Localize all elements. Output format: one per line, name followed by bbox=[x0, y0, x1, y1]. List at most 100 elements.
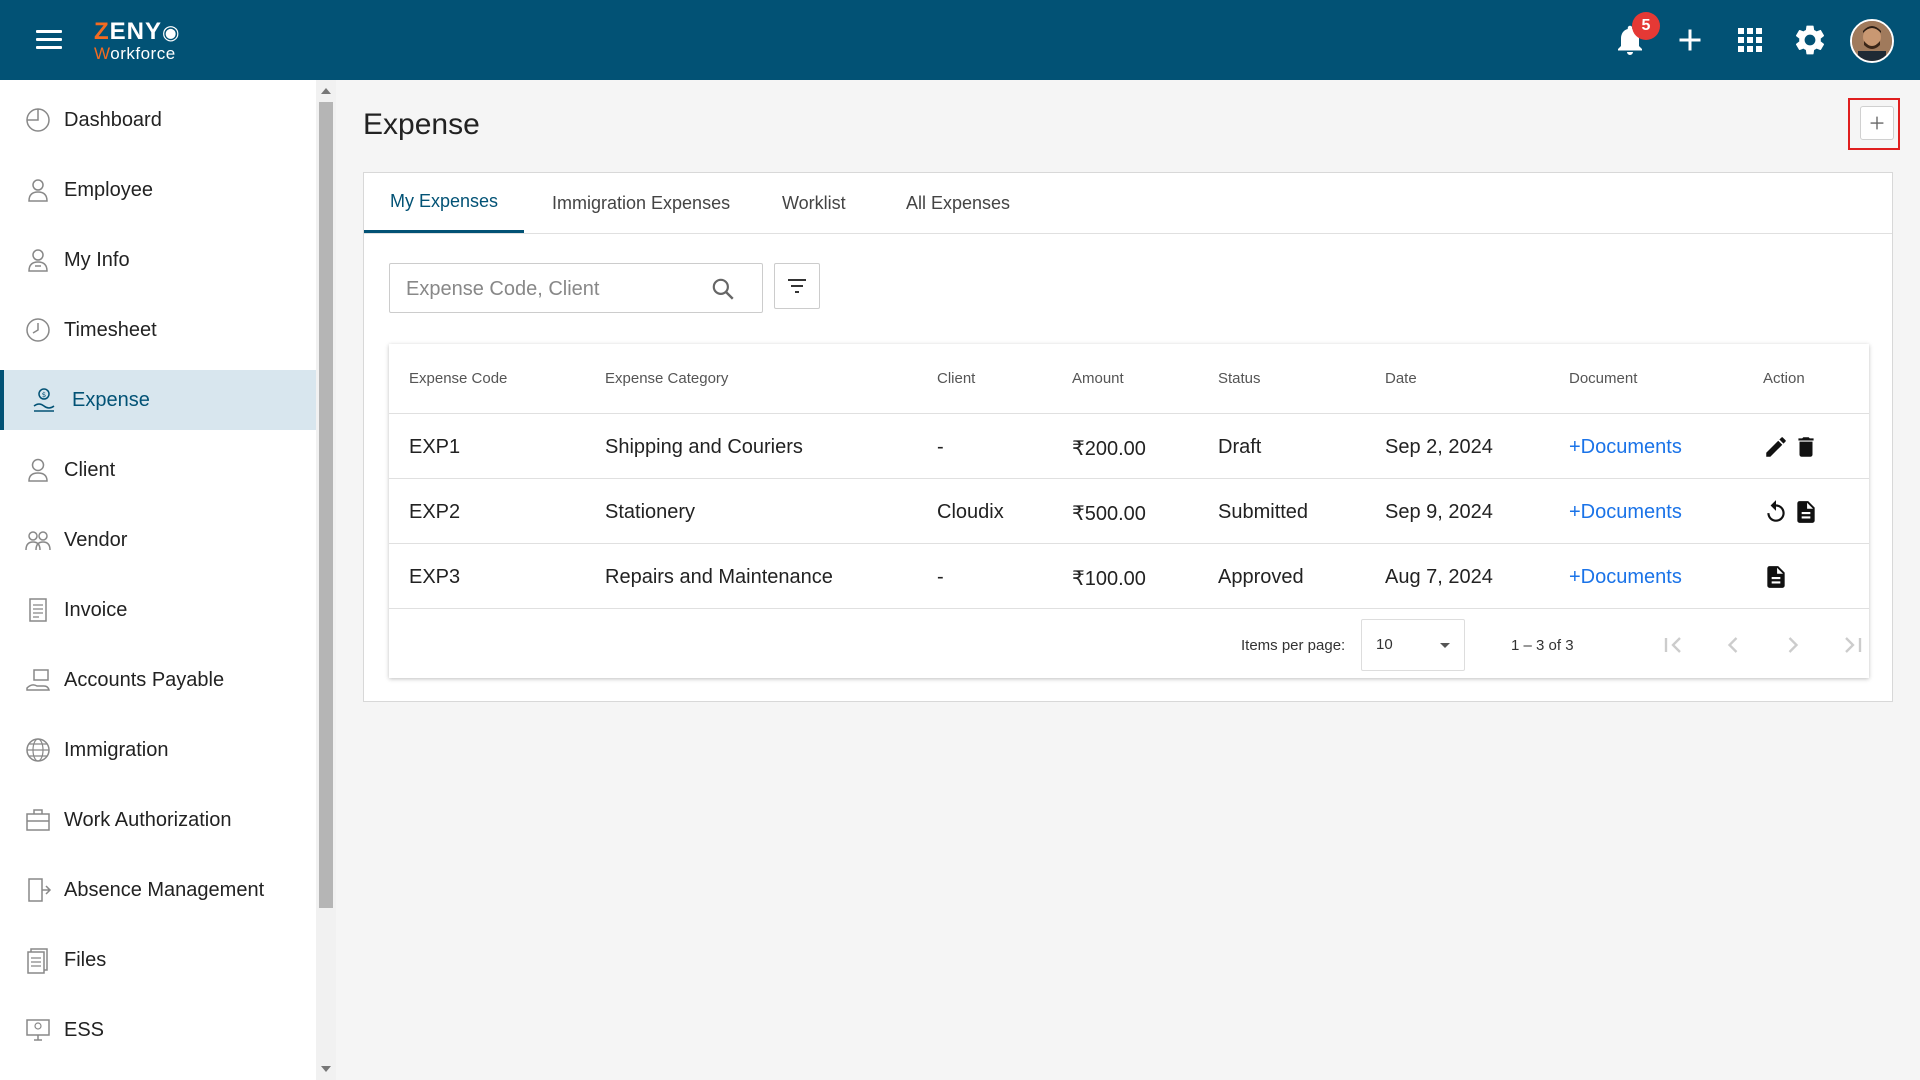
edit-icon[interactable] bbox=[1763, 434, 1789, 460]
date: Sep 9, 2024 bbox=[1385, 501, 1493, 523]
column-header[interactable]: Date bbox=[1385, 370, 1417, 387]
tab-my-expenses[interactable]: My Expenses bbox=[364, 173, 524, 233]
sidebar-item-label: ESS bbox=[64, 1018, 105, 1041]
accounts-payable-icon bbox=[24, 666, 52, 694]
sidebar-item-vendor[interactable]: Vendor bbox=[0, 510, 316, 570]
delete-icon[interactable] bbox=[1793, 434, 1819, 460]
ess-icon bbox=[24, 1016, 52, 1044]
sidebar-item-expense[interactable]: $ Expense bbox=[0, 370, 316, 430]
column-header: Action bbox=[1763, 370, 1805, 387]
sidebar-item-client[interactable]: Client bbox=[0, 440, 316, 500]
client: Cloudix bbox=[937, 501, 1004, 523]
date: Sep 2, 2024 bbox=[1385, 436, 1493, 458]
sidebar-scrollbar[interactable] bbox=[316, 80, 336, 1080]
dropdown-caret-icon bbox=[1440, 643, 1450, 648]
table-row[interactable]: EXP3 Repairs and Maintenance - ₹100.00 A… bbox=[389, 543, 1869, 609]
sidebar-item-label: Vendor bbox=[64, 528, 128, 551]
expense-table: Expense Code Expense Category Client Amo… bbox=[389, 344, 1869, 678]
sidebar-item-label: Absence Management bbox=[64, 878, 265, 901]
add-icon[interactable] bbox=[1672, 22, 1708, 58]
date: Aug 7, 2024 bbox=[1385, 566, 1493, 588]
amount: ₹500.00 bbox=[1072, 503, 1146, 525]
scroll-up-arrow-icon[interactable] bbox=[321, 88, 331, 94]
sidebar-item-label: Dashboard bbox=[64, 108, 162, 131]
add-expense-button[interactable] bbox=[1860, 106, 1894, 140]
scroll-down-arrow-icon[interactable] bbox=[321, 1066, 331, 1072]
sidebar-item-invoice[interactable]: Invoice bbox=[0, 580, 316, 640]
documents-link[interactable]: +Documents bbox=[1569, 501, 1682, 524]
sidebar-item-absence-management[interactable]: Absence Management bbox=[0, 860, 316, 920]
sidebar-item-label: Employee bbox=[64, 178, 153, 201]
client: - bbox=[937, 566, 944, 588]
tab-all-expenses[interactable]: All Expenses bbox=[906, 173, 1010, 233]
next-page-icon[interactable] bbox=[1779, 631, 1807, 659]
settings-gear-icon[interactable] bbox=[1792, 22, 1828, 58]
sidebar-item-files[interactable]: Files bbox=[0, 930, 316, 990]
items-per-page-value: 10 bbox=[1376, 636, 1393, 653]
sidebar-item-label: My Info bbox=[64, 248, 130, 271]
sidebar-item-label: Expense bbox=[72, 388, 150, 411]
page-title: Expense bbox=[363, 108, 480, 141]
sidebar-item-label: Work Authorization bbox=[64, 808, 232, 831]
status: Submitted bbox=[1218, 501, 1309, 523]
documents-link[interactable]: +Documents bbox=[1569, 436, 1682, 459]
items-per-page-select[interactable]: 10 bbox=[1361, 619, 1465, 671]
dashboard-icon bbox=[24, 106, 52, 134]
vendor-icon bbox=[24, 526, 52, 554]
files-icon bbox=[24, 946, 52, 974]
undo-icon[interactable] bbox=[1763, 499, 1789, 525]
sidebar-item-label: Accounts Payable bbox=[64, 668, 225, 691]
filter-icon bbox=[788, 279, 806, 293]
sidebar-item-dashboard[interactable]: Dashboard bbox=[0, 90, 316, 150]
tab-worklist[interactable]: Worklist bbox=[782, 173, 846, 233]
filter-button[interactable] bbox=[774, 263, 820, 309]
table-row[interactable]: EXP2 Stationery Cloudix ₹500.00 Submitte… bbox=[389, 478, 1869, 544]
menu-icon[interactable] bbox=[36, 30, 62, 50]
sidebar-item-immigration[interactable]: Immigration bbox=[0, 720, 316, 780]
column-header[interactable]: Expense Code bbox=[409, 370, 507, 387]
sidebar-item-label: Invoice bbox=[64, 598, 128, 621]
column-header[interactable]: Amount bbox=[1072, 370, 1124, 387]
search-field bbox=[389, 263, 763, 313]
apps-grid-icon[interactable] bbox=[1732, 22, 1768, 58]
search-input[interactable] bbox=[404, 274, 708, 304]
sidebar-item-timesheet[interactable]: Timesheet bbox=[0, 300, 316, 360]
sidebar: Dashboard Employee My Info Timesheet $ E… bbox=[0, 80, 316, 1080]
sidebar-item-label: Immigration bbox=[64, 738, 169, 761]
expense-code: EXP1 bbox=[409, 436, 461, 458]
document-icon[interactable] bbox=[1793, 499, 1819, 525]
column-header[interactable]: Status bbox=[1218, 370, 1261, 387]
sidebar-item-ess[interactable]: ESS bbox=[0, 1000, 316, 1060]
briefcase-icon bbox=[24, 806, 52, 834]
sidebar-item-employee[interactable]: Employee bbox=[0, 160, 316, 220]
clock-icon bbox=[24, 316, 52, 344]
documents-link[interactable]: +Documents bbox=[1569, 566, 1682, 589]
status: Approved bbox=[1218, 566, 1304, 588]
sidebar-item-accounts-payable[interactable]: Accounts Payable bbox=[0, 650, 316, 710]
first-page-icon[interactable] bbox=[1659, 631, 1687, 659]
column-header[interactable]: Client bbox=[937, 370, 975, 387]
document-icon[interactable] bbox=[1763, 564, 1789, 590]
column-header[interactable]: Expense Category bbox=[605, 370, 728, 387]
app-logo[interactable]: ZENY◉ Workforce bbox=[94, 20, 180, 63]
scroll-thumb[interactable] bbox=[319, 102, 333, 908]
amount: ₹100.00 bbox=[1072, 568, 1146, 590]
search-icon[interactable] bbox=[710, 276, 736, 302]
user-avatar[interactable] bbox=[1850, 19, 1894, 63]
sidebar-item-my-info[interactable]: My Info bbox=[0, 230, 316, 290]
my-info-icon bbox=[24, 246, 52, 274]
exit-door-icon bbox=[24, 876, 52, 904]
svg-text:$: $ bbox=[42, 391, 46, 399]
column-header: Document bbox=[1569, 370, 1638, 387]
notification-bell-icon[interactable]: 5 bbox=[1612, 12, 1660, 58]
table-row[interactable]: EXP1 Shipping and Couriers - ₹200.00 Dra… bbox=[389, 413, 1869, 479]
sidebar-item-work-authorization[interactable]: Work Authorization bbox=[0, 790, 316, 850]
globe-icon bbox=[24, 736, 52, 764]
tab-immigration-expenses[interactable]: Immigration Expenses bbox=[552, 173, 730, 233]
last-page-icon[interactable] bbox=[1839, 631, 1867, 659]
invoice-icon bbox=[24, 596, 52, 624]
expense-icon: $ bbox=[30, 386, 58, 414]
previous-page-icon[interactable] bbox=[1719, 631, 1747, 659]
expense-category: Stationery bbox=[605, 501, 696, 523]
sidebar-item-label: Client bbox=[64, 458, 116, 481]
